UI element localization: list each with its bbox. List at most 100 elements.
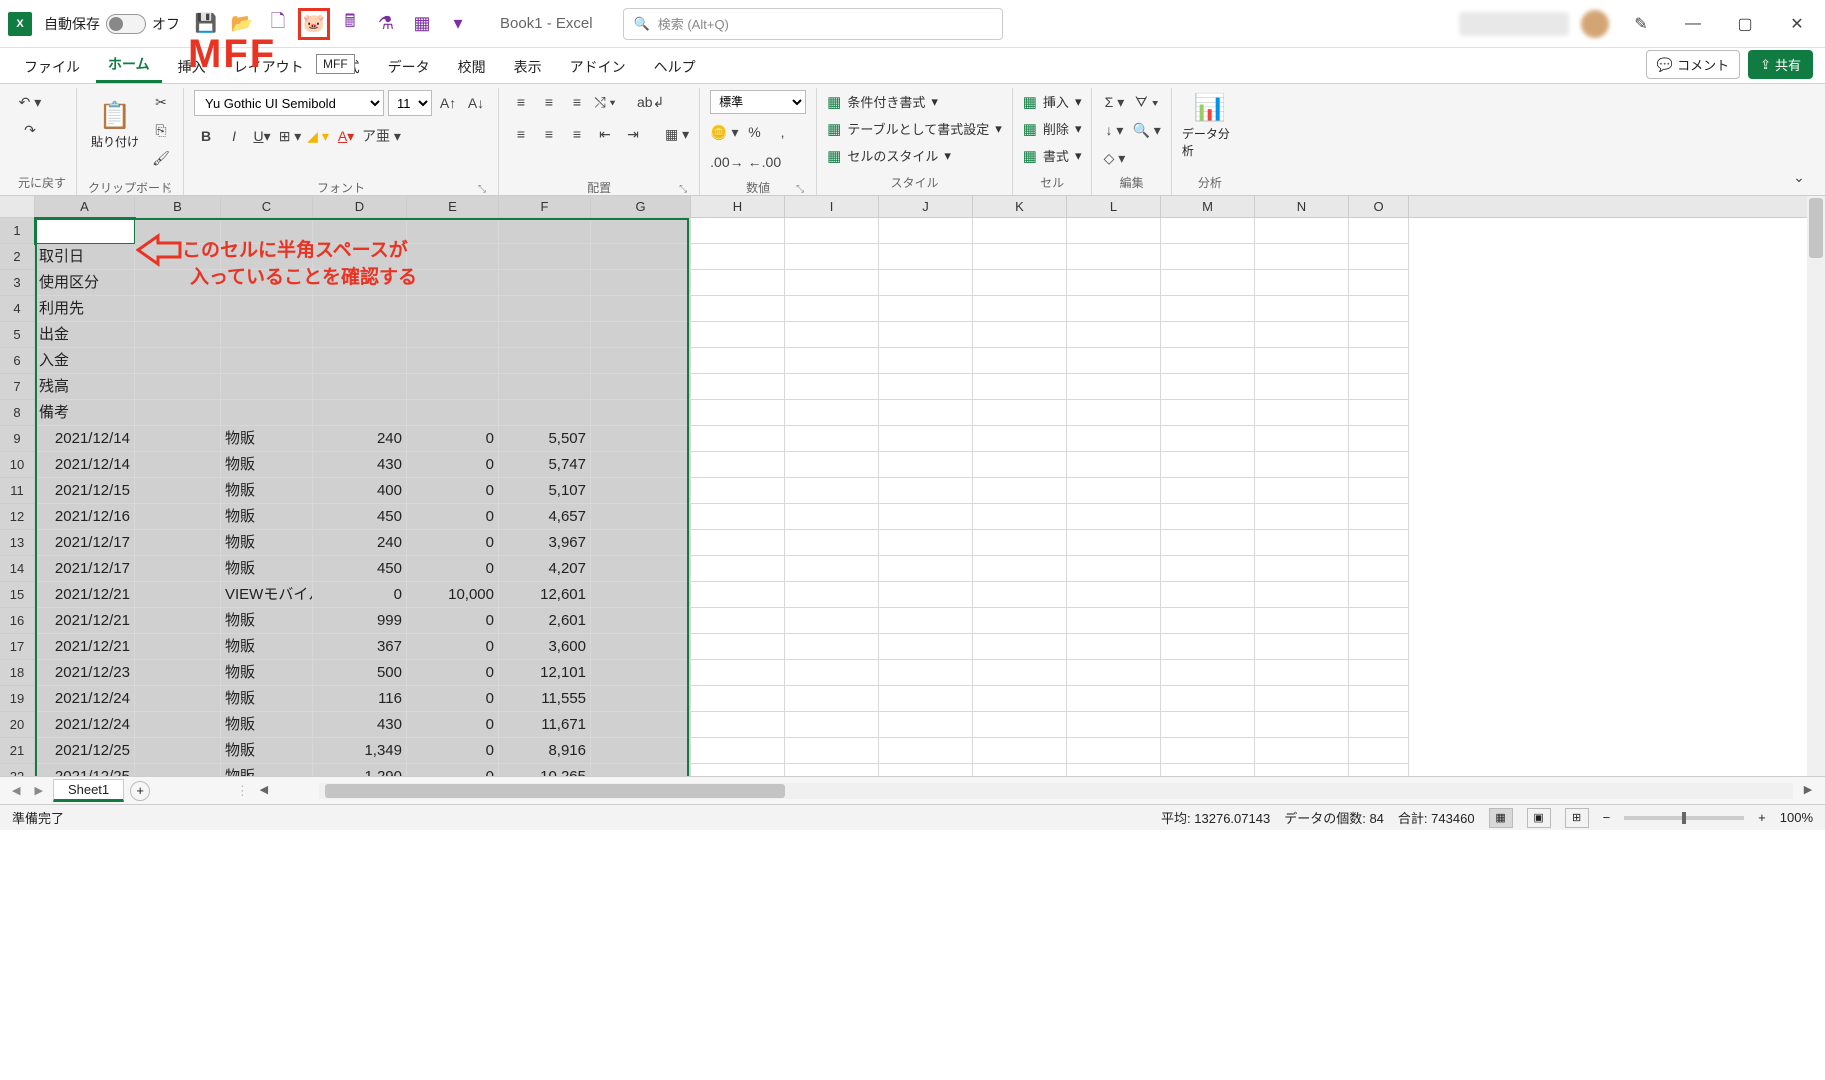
- cell-I17[interactable]: [785, 634, 879, 660]
- cell-K11[interactable]: [973, 478, 1067, 504]
- cell-H3[interactable]: [691, 270, 785, 296]
- view-page-break-button[interactable]: ⊞: [1565, 808, 1589, 828]
- cell-A7[interactable]: 残高: [35, 374, 135, 400]
- cell-O14[interactable]: [1349, 556, 1409, 582]
- cell-A3[interactable]: 使用区分: [35, 270, 135, 296]
- cell-E3[interactable]: [407, 270, 499, 296]
- currency-button[interactable]: 🪙 ▾: [710, 120, 738, 144]
- cell-F19[interactable]: 11,555: [499, 686, 591, 712]
- decrease-font-button[interactable]: A↓: [464, 91, 488, 115]
- cell-D5[interactable]: [313, 322, 407, 348]
- delete-cells-button[interactable]: ▦削除 ▾: [1023, 117, 1082, 140]
- cell-K15[interactable]: [973, 582, 1067, 608]
- row-header-5[interactable]: 5: [0, 322, 35, 348]
- cell-F5[interactable]: [499, 322, 591, 348]
- sort-filter-button[interactable]: ᗊ ▾: [1132, 90, 1160, 114]
- cell-A8[interactable]: 備考: [35, 400, 135, 426]
- cell-L7[interactable]: [1067, 374, 1161, 400]
- cell-G8[interactable]: [591, 400, 691, 426]
- row-header-14[interactable]: 14: [0, 556, 35, 582]
- align-top-button[interactable]: ≡: [509, 90, 533, 114]
- share-button[interactable]: ⇪ 共有: [1748, 50, 1813, 79]
- cell-D3[interactable]: [313, 270, 407, 296]
- cell-I13[interactable]: [785, 530, 879, 556]
- cell-M13[interactable]: [1161, 530, 1255, 556]
- col-header-N[interactable]: N: [1255, 196, 1349, 217]
- cell-A15[interactable]: 2021/12/21: [35, 582, 135, 608]
- cell-D21[interactable]: 1,349: [313, 738, 407, 764]
- cell-D4[interactable]: [313, 296, 407, 322]
- cell-M21[interactable]: [1161, 738, 1255, 764]
- font-dialog-launcher[interactable]: ⤡: [478, 184, 486, 195]
- cell-O2[interactable]: [1349, 244, 1409, 270]
- cell-E9[interactable]: 0: [407, 426, 499, 452]
- cell-K16[interactable]: [973, 608, 1067, 634]
- cell-C19[interactable]: 物販: [221, 686, 313, 712]
- cell-L3[interactable]: [1067, 270, 1161, 296]
- undo-button[interactable]: ↶ ▾: [18, 90, 42, 114]
- cell-E4[interactable]: [407, 296, 499, 322]
- col-header-E[interactable]: E: [407, 196, 499, 217]
- horizontal-scrollbar[interactable]: [319, 783, 1793, 799]
- cell-H2[interactable]: [691, 244, 785, 270]
- cell-C11[interactable]: 物販: [221, 478, 313, 504]
- cell-A12[interactable]: 2021/12/16: [35, 504, 135, 530]
- cell-O4[interactable]: [1349, 296, 1409, 322]
- cell-H9[interactable]: [691, 426, 785, 452]
- cell-I18[interactable]: [785, 660, 879, 686]
- cell-J13[interactable]: [879, 530, 973, 556]
- cell-B4[interactable]: [135, 296, 221, 322]
- cell-A21[interactable]: 2021/12/25: [35, 738, 135, 764]
- cell-E10[interactable]: 0: [407, 452, 499, 478]
- cell-M1[interactable]: [1161, 218, 1255, 244]
- cell-E11[interactable]: 0: [407, 478, 499, 504]
- bold-button[interactable]: B: [194, 124, 218, 148]
- cell-I20[interactable]: [785, 712, 879, 738]
- row-header-22[interactable]: 22: [0, 764, 35, 776]
- cell-N14[interactable]: [1255, 556, 1349, 582]
- cell-D2[interactable]: [313, 244, 407, 270]
- tab-help[interactable]: ヘルプ: [642, 51, 708, 83]
- cell-N8[interactable]: [1255, 400, 1349, 426]
- cell-I4[interactable]: [785, 296, 879, 322]
- conditional-format-button[interactable]: ▦条件付き書式 ▾: [827, 90, 938, 113]
- cell-F22[interactable]: 10,265: [499, 764, 591, 776]
- increase-font-button[interactable]: A↑: [436, 91, 460, 115]
- cell-I12[interactable]: [785, 504, 879, 530]
- clipboard-dialog-launcher[interactable]: ⤡: [163, 184, 171, 195]
- cell-C6[interactable]: [221, 348, 313, 374]
- cell-C15[interactable]: VIEWモバイル: [221, 582, 313, 608]
- col-header-K[interactable]: K: [973, 196, 1067, 217]
- cell-G12[interactable]: [591, 504, 691, 530]
- col-header-I[interactable]: I: [785, 196, 879, 217]
- cell-M12[interactable]: [1161, 504, 1255, 530]
- find-select-button[interactable]: 🔍 ▾: [1132, 118, 1160, 142]
- cell-K19[interactable]: [973, 686, 1067, 712]
- cell-K9[interactable]: [973, 426, 1067, 452]
- cell-E20[interactable]: 0: [407, 712, 499, 738]
- cell-A16[interactable]: 2021/12/21: [35, 608, 135, 634]
- cell-D11[interactable]: 400: [313, 478, 407, 504]
- cell-D6[interactable]: [313, 348, 407, 374]
- cell-J6[interactable]: [879, 348, 973, 374]
- copy-button[interactable]: ⎘: [149, 118, 173, 142]
- cell-O22[interactable]: [1349, 764, 1409, 776]
- cell-H21[interactable]: [691, 738, 785, 764]
- cell-I14[interactable]: [785, 556, 879, 582]
- row-headers[interactable]: 12345678910111213141516171819202122: [0, 218, 35, 776]
- cell-N17[interactable]: [1255, 634, 1349, 660]
- cell-L13[interactable]: [1067, 530, 1161, 556]
- cell-J9[interactable]: [879, 426, 973, 452]
- cell-L20[interactable]: [1067, 712, 1161, 738]
- view-page-layout-button[interactable]: ▣: [1527, 808, 1551, 828]
- cell-L16[interactable]: [1067, 608, 1161, 634]
- cell-M19[interactable]: [1161, 686, 1255, 712]
- number-format-select[interactable]: 標準: [710, 90, 806, 114]
- cell-A6[interactable]: 入金: [35, 348, 135, 374]
- cell-F10[interactable]: 5,747: [499, 452, 591, 478]
- cell-J5[interactable]: [879, 322, 973, 348]
- cell-K2[interactable]: [973, 244, 1067, 270]
- cell-G13[interactable]: [591, 530, 691, 556]
- tab-addins[interactable]: アドイン: [558, 51, 638, 83]
- autosum-button[interactable]: Σ ▾: [1102, 90, 1126, 114]
